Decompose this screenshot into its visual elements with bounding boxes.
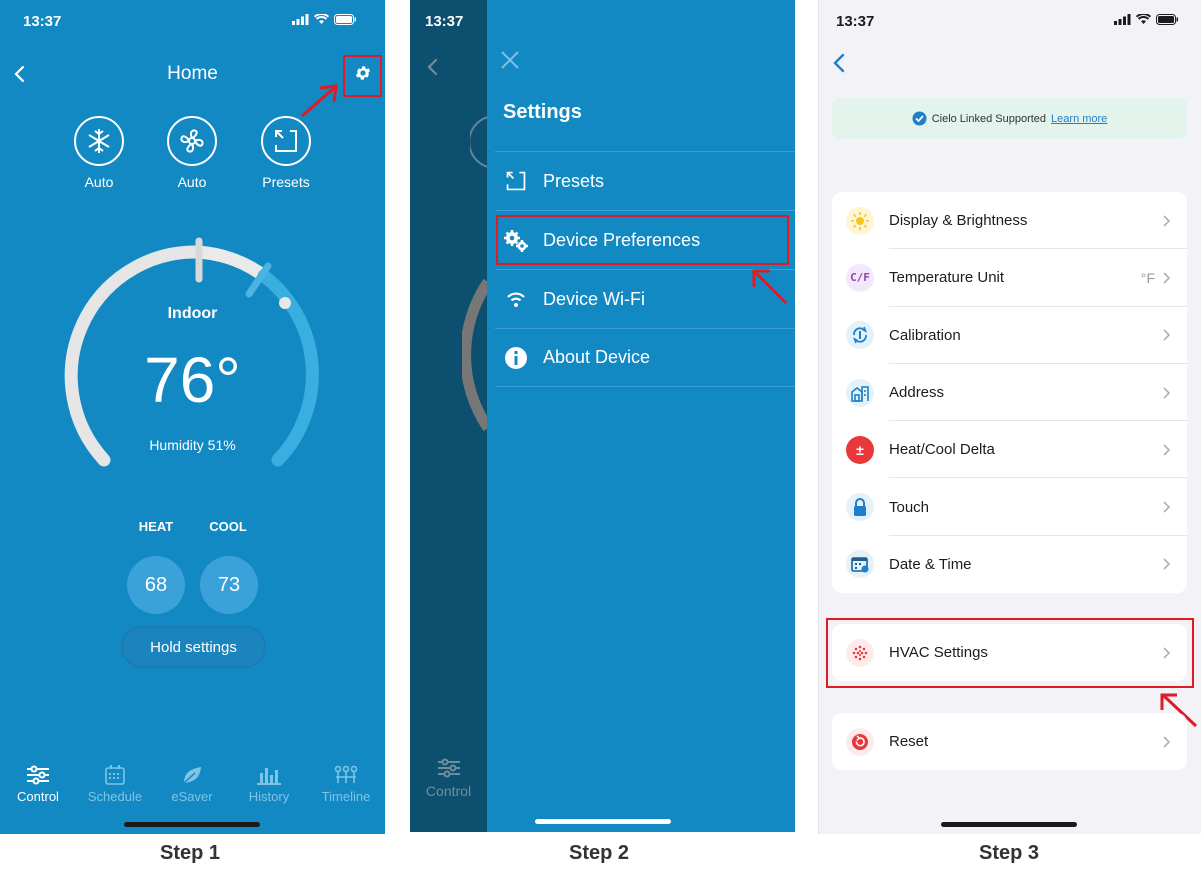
tab-schedule[interactable]: Schedule <box>78 765 152 804</box>
verified-badge-icon <box>912 111 927 126</box>
step-label: Step 1 <box>159 842 221 864</box>
chevron-right-icon <box>1163 735 1171 748</box>
battery-icon <box>1156 14 1178 25</box>
row-label: Heat/Cool Delta <box>889 441 995 459</box>
chevron-right-icon <box>1163 501 1171 513</box>
reset-card: Reset <box>832 713 1187 770</box>
home-indicator <box>124 822 260 827</box>
sliders-icon <box>27 765 49 785</box>
settings-drawer: Settings Presets Device Preferences Devi… <box>487 0 795 832</box>
heat-label: HEAT <box>138 519 174 534</box>
leaf-icon <box>183 767 201 784</box>
tab-esaver[interactable]: eSaver <box>155 765 229 804</box>
back-chevron-icon <box>427 58 438 76</box>
cool-setpoint-button[interactable]: 73 <box>200 556 258 614</box>
lock-icon <box>846 493 874 522</box>
tab-label: Schedule <box>87 789 143 804</box>
drawer-item-presets[interactable]: Presets <box>495 151 795 210</box>
tab-history[interactable]: History <box>232 765 306 804</box>
calibration-icon <box>846 321 874 350</box>
settings-card: Display & Brightness C/F Temperature Uni… <box>832 192 1187 594</box>
chevron-right-icon <box>1163 444 1171 456</box>
cielo-linked-banner: Cielo Linked Supported Learn more <box>832 98 1187 139</box>
step1-screen: 13:37 Home Auto Auto Presets Indoor 76° <box>0 0 385 834</box>
tab-label: Control <box>425 783 472 799</box>
tab-label: eSaver <box>171 789 213 804</box>
settings-row-temperature-unit[interactable]: C/F Temperature Unit °F <box>832 249 1187 307</box>
settings-row-calibration[interactable]: Calibration <box>832 307 1187 364</box>
row-label: Reset <box>889 733 929 750</box>
cf-icon: C/F <box>846 263 874 292</box>
row-label: Temperature Unit <box>889 269 1005 287</box>
sun-icon <box>846 206 874 235</box>
row-label: Calibration <box>889 326 961 344</box>
step-label: Step 2 <box>568 842 630 864</box>
chevron-right-icon <box>1163 215 1171 227</box>
close-icon[interactable] <box>500 50 520 70</box>
presets-icon <box>503 168 529 194</box>
row-value: °F <box>1140 269 1155 286</box>
settings-row-reset[interactable]: Reset <box>832 713 1187 770</box>
row-label: Touch <box>889 498 930 516</box>
tab-control: Control <box>410 758 487 799</box>
step-label: Step 3 <box>978 842 1040 864</box>
settings-row-heat-cool-delta[interactable]: ± Heat/Cool Delta <box>832 421 1187 479</box>
step2-screen: Control 13:37 Settings Presets Device Pr… <box>410 0 795 832</box>
row-label: Address <box>889 384 945 402</box>
step3-screen: 13:37 Cielo Linked Supported Learn more … <box>818 0 1201 834</box>
learn-more-link[interactable]: Learn more <box>1051 113 1107 125</box>
hold-settings-button[interactable]: Hold settings <box>121 626 266 668</box>
home-indicator <box>941 822 1077 827</box>
tab-label: History <box>248 789 290 804</box>
settings-row-date-time[interactable]: Date & Time <box>832 536 1187 593</box>
tab-control[interactable]: Control <box>1 765 75 804</box>
settings-row-display-brightness[interactable]: Display & Brightness <box>832 192 1187 250</box>
drawer-item-label: Presets <box>543 170 605 191</box>
drawer-item-label: About Device <box>543 347 651 367</box>
humidity-readout: Humidity 51% <box>149 437 236 453</box>
indoor-label: Indoor <box>167 305 218 322</box>
wifi-icon <box>503 286 529 312</box>
status-time: 13:37 <box>425 13 464 30</box>
building-icon <box>846 378 874 407</box>
status-icons <box>1114 14 1179 25</box>
cool-label: COOL <box>209 519 247 534</box>
indoor-temperature: 76° <box>144 344 241 416</box>
status-time: 13:37 <box>836 13 875 30</box>
dimmed-background[interactable]: Control <box>410 0 490 832</box>
temperature-dial[interactable] <box>0 0 385 834</box>
timeline-icon <box>334 765 358 783</box>
banner-text: Cielo Linked Supported <box>931 112 1047 125</box>
settings-row-touch[interactable]: Touch <box>832 478 1187 536</box>
chevron-right-icon <box>1163 329 1171 341</box>
chevron-right-icon <box>1163 386 1171 399</box>
dial-fragment <box>462 278 490 432</box>
sliders-icon <box>437 758 460 778</box>
annotation-arrow-icon <box>752 269 788 305</box>
drawer-item-about-device[interactable]: About Device <box>495 328 795 387</box>
tab-label: Timeline <box>321 789 371 804</box>
calendar-icon <box>105 765 125 785</box>
back-chevron-icon[interactable] <box>832 53 846 73</box>
reset-icon <box>846 727 874 756</box>
highlight-device-preferences-box <box>496 215 789 265</box>
bar-chart-icon <box>257 768 281 785</box>
chevron-right-icon <box>1163 272 1171 284</box>
drawer-item-label: Device Wi-Fi <box>543 288 645 309</box>
home-indicator <box>535 819 671 824</box>
wifi-status-icon <box>1136 14 1151 24</box>
row-label: Display & Brightness <box>889 212 1028 230</box>
delta-icon: ± <box>846 435 874 464</box>
tab-label: Control <box>17 789 59 804</box>
highlight-hvac-box <box>826 618 1194 688</box>
drawer-title: Settings <box>503 101 582 123</box>
calendar-icon <box>846 550 874 579</box>
heat-setpoint-button[interactable]: 68 <box>127 556 185 614</box>
row-label: Date & Time <box>889 555 972 573</box>
chevron-right-icon <box>1163 558 1171 570</box>
tab-timeline[interactable]: Timeline <box>309 765 383 804</box>
settings-row-address[interactable]: Address <box>832 364 1187 422</box>
signal-icon <box>1114 14 1131 25</box>
info-icon <box>503 345 529 371</box>
